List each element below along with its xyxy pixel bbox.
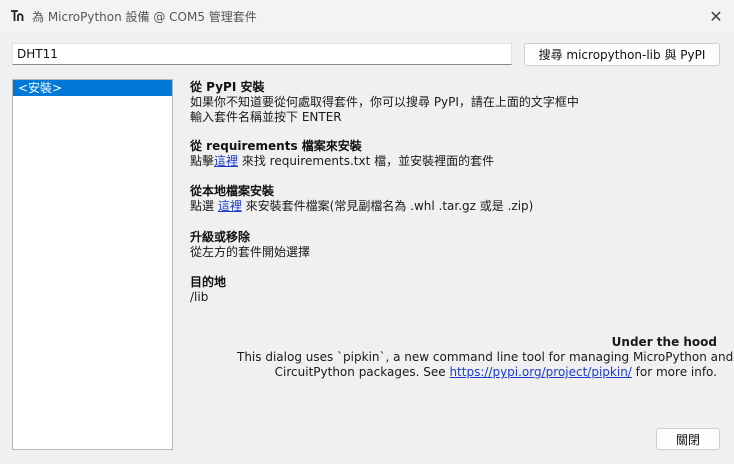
under-the-hood-heading: Under the hood — [611, 335, 717, 349]
section-heading: 升級或移除 — [190, 230, 251, 244]
section-heading: 目的地 — [190, 275, 227, 289]
section-pypi: 從 PyPI 安裝 如果你不知道要從何處取得套件，你可以搜尋 PyPI，請在上面… — [190, 79, 720, 125]
pipkin-link[interactable]: https://pypi.org/project/pipkin/ — [449, 365, 631, 379]
package-list[interactable]: <安裝> — [12, 79, 173, 450]
local-file-here-link[interactable]: 這裡 — [218, 199, 242, 213]
section-text: 從左方的套件開始選擇 — [190, 245, 311, 259]
under-the-hood-text: CircuitPython packages. See https://pypi… — [274, 365, 717, 379]
section-local-file: 從本地檔案安裝 點選 這裡 來安裝套件檔案(常見副檔名為 .whl .tar.g… — [190, 183, 720, 214]
section-text: 點擊這裡 來找 requirements.txt 檔，並安裝裡面的套件 — [190, 154, 495, 168]
search-button[interactable]: 搜尋 micropython-lib 與 PyPI — [524, 43, 720, 66]
window-title: 為 MicroPython 設備 @ COM5 管理套件 — [32, 10, 257, 24]
close-icon[interactable]: ✕ — [698, 0, 734, 32]
under-the-hood-text: This dialog uses `pipkin`, a new command… — [237, 350, 734, 364]
list-item-install[interactable]: <安裝> — [13, 80, 172, 96]
section-text: 點選 這裡 來安裝套件檔案(常見副檔名為 .whl .tar.gz 或是 .zi… — [190, 199, 534, 213]
section-text: 如果你不知道要從何處取得套件，你可以搜尋 PyPI，請在上面的文字框中 — [190, 95, 579, 109]
requirements-here-link[interactable]: 這裡 — [214, 154, 238, 168]
section-text: 輸入套件名稱並按下 ENTER — [190, 110, 342, 124]
section-text: /lib — [190, 290, 209, 304]
section-heading: 從 requirements 檔案來安裝 — [190, 139, 362, 153]
section-target: 目的地 /lib — [190, 274, 720, 305]
under-the-hood: Under the hood This dialog uses `pipkin`… — [237, 335, 734, 380]
section-heading: 從本地檔案安裝 — [190, 184, 275, 198]
section-upgrade: 升級或移除 從左方的套件開始選擇 — [190, 229, 720, 260]
title-bar: 為 MicroPython 設備 @ COM5 管理套件 ✕ — [0, 0, 734, 32]
thonny-app-icon — [11, 10, 24, 21]
search-input[interactable] — [12, 43, 512, 65]
section-heading: 從 PyPI 安裝 — [190, 80, 265, 94]
section-requirements: 從 requirements 檔案來安裝 點擊這裡 來找 requirement… — [190, 138, 720, 169]
close-button[interactable]: 關閉 — [656, 428, 720, 450]
